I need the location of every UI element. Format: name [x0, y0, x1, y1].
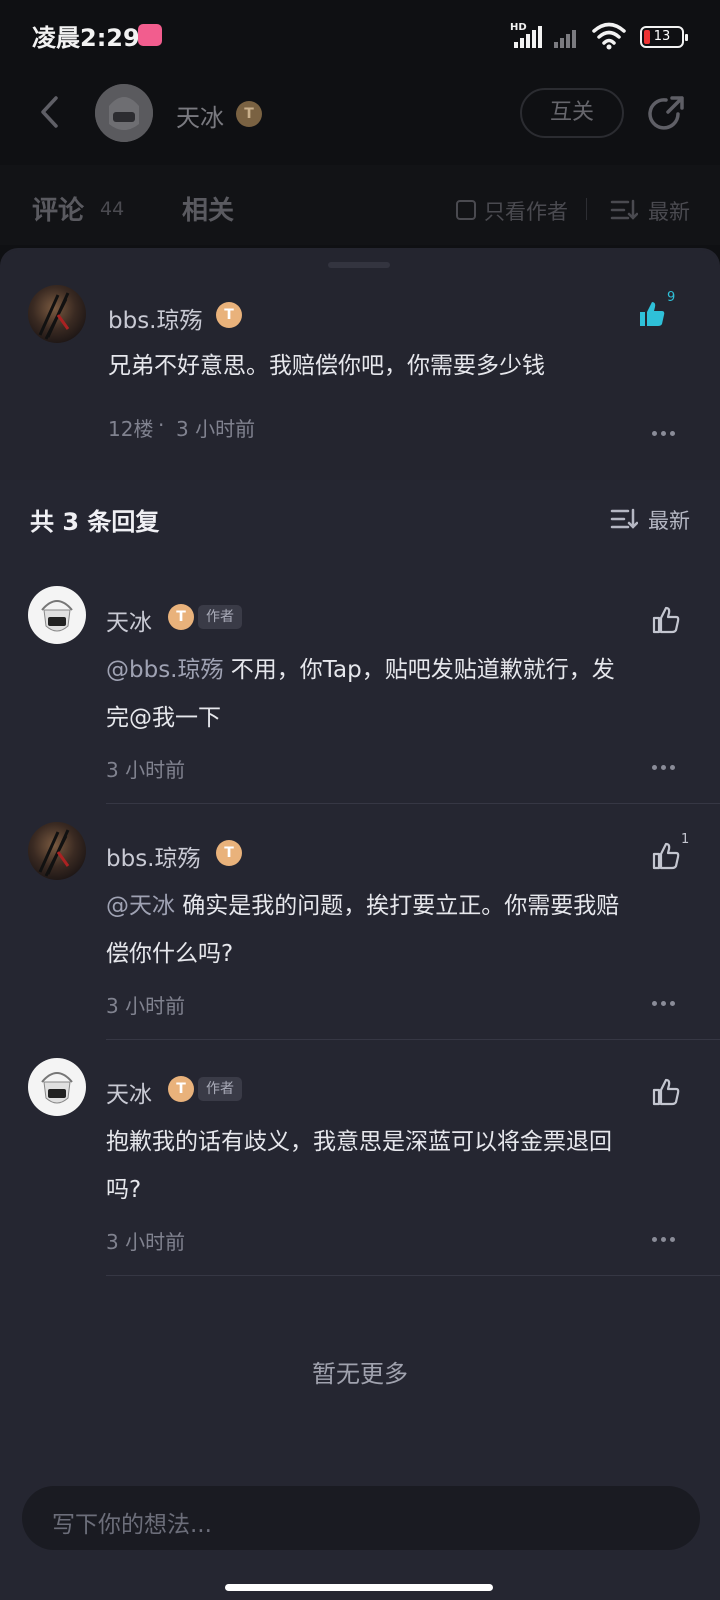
- reply-text-line: 吗?: [106, 1177, 142, 1203]
- sort-icon[interactable]: [610, 199, 638, 221]
- mutual-follow-button[interactable]: 互关: [520, 88, 624, 138]
- reply-text: @bbs.琼殇 不用，你Tap，贴吧发贴道歉就行，发: [106, 646, 615, 694]
- reply-time: 3 小时前: [106, 758, 186, 782]
- battery-level: 13: [653, 29, 671, 44]
- more-dots-icon[interactable]: [652, 762, 680, 772]
- avatar-art: [41, 600, 73, 632]
- level-badge: T: [236, 101, 262, 127]
- avatar-art: [41, 1072, 73, 1104]
- avatar-art: [95, 84, 153, 142]
- meta-separator: ·: [158, 413, 165, 437]
- reply-text-line: 偿你什么吗?: [106, 941, 234, 967]
- comment-floor: 12楼: [108, 417, 154, 441]
- thumb-up-icon[interactable]: [652, 1078, 680, 1106]
- more-dots-icon[interactable]: [652, 1234, 680, 1244]
- wifi-icon: [592, 22, 626, 50]
- comment-count: 44: [100, 198, 125, 220]
- comment-time: 3 小时前: [176, 417, 256, 441]
- no-more-label: 暂无更多: [312, 1360, 408, 1388]
- comment-text: 兄弟不好意思。我赔偿你吧，你需要多少钱: [108, 353, 545, 379]
- avatar[interactable]: [28, 822, 86, 880]
- avatar[interactable]: [28, 285, 86, 343]
- level-badge: T: [216, 302, 242, 328]
- level-badge: T: [216, 840, 242, 866]
- author-only-toggle[interactable]: 只看作者: [484, 196, 568, 226]
- comment-username[interactable]: bbs.琼殇: [108, 301, 203, 335]
- author-tag: 作者: [198, 605, 242, 629]
- reply-text-line: 确实是我的问题，挨打要立正。你需要我赔: [175, 893, 620, 919]
- bilibili-notification-icon: [138, 24, 162, 46]
- reply-time: 3 小时前: [106, 994, 186, 1018]
- tab-comments[interactable]: 评论: [32, 190, 84, 227]
- replies-count-title: 共 3 条回复: [30, 508, 160, 536]
- avatar-art: [38, 292, 70, 340]
- more-dots-icon[interactable]: [652, 428, 680, 438]
- level-badge: T: [168, 1076, 194, 1102]
- header-username: 天冰: [176, 104, 224, 132]
- hd-label: HD: [510, 22, 527, 33]
- header-avatar[interactable]: [95, 84, 153, 142]
- checkbox-icon[interactable]: [456, 200, 476, 220]
- drag-handle[interactable]: [328, 262, 390, 268]
- reply-text-line: 完@我一下: [106, 705, 221, 731]
- sort-icon[interactable]: [610, 508, 638, 530]
- input-placeholder[interactable]: 写下你的想法...: [52, 1505, 212, 1539]
- reply-text: @天冰 确实是我的问题，挨打要立正。你需要我赔: [106, 882, 619, 930]
- like-count: 1: [681, 832, 690, 847]
- reply-time: 3 小时前: [106, 1230, 186, 1254]
- mention-link[interactable]: @天冰: [106, 893, 175, 919]
- divider: [106, 1039, 720, 1040]
- author-tag: 作者: [198, 1077, 242, 1101]
- avatar[interactable]: [28, 1058, 86, 1116]
- thumb-up-icon[interactable]: [652, 606, 680, 634]
- back-arrow-icon[interactable]: [34, 94, 70, 130]
- reply-text-line: 不用，你Tap，贴吧发贴道歉就行，发: [223, 657, 615, 683]
- divider: [106, 1275, 720, 1276]
- home-indicator[interactable]: [225, 1584, 493, 1591]
- avatar[interactable]: [28, 586, 86, 644]
- tab-related[interactable]: 相关: [182, 190, 234, 227]
- reply-username[interactable]: bbs.琼殇: [106, 839, 201, 873]
- share-icon[interactable]: [646, 94, 686, 134]
- level-badge: T: [168, 604, 194, 630]
- status-time: 凌晨2:29: [32, 24, 140, 52]
- thumb-up-icon[interactable]: [638, 300, 666, 328]
- thumb-up-icon[interactable]: [652, 842, 680, 870]
- divider: [586, 198, 587, 220]
- mention-link[interactable]: @bbs.琼殇: [106, 657, 224, 683]
- sort-latest[interactable]: 最新: [648, 505, 690, 535]
- like-count: 9: [667, 290, 676, 305]
- battery-icon: 13: [640, 26, 688, 48]
- reply-username[interactable]: 天冰: [106, 1075, 152, 1109]
- avatar-art: [38, 829, 70, 877]
- reply-text-line: 抱歉我的话有歧义，我意思是深蓝可以将金票退回: [106, 1129, 612, 1155]
- status-icons: HD 13: [510, 22, 690, 52]
- more-dots-icon[interactable]: [652, 998, 680, 1008]
- sort-latest[interactable]: 最新: [648, 196, 690, 226]
- divider: [106, 803, 720, 804]
- reply-username[interactable]: 天冰: [106, 603, 152, 637]
